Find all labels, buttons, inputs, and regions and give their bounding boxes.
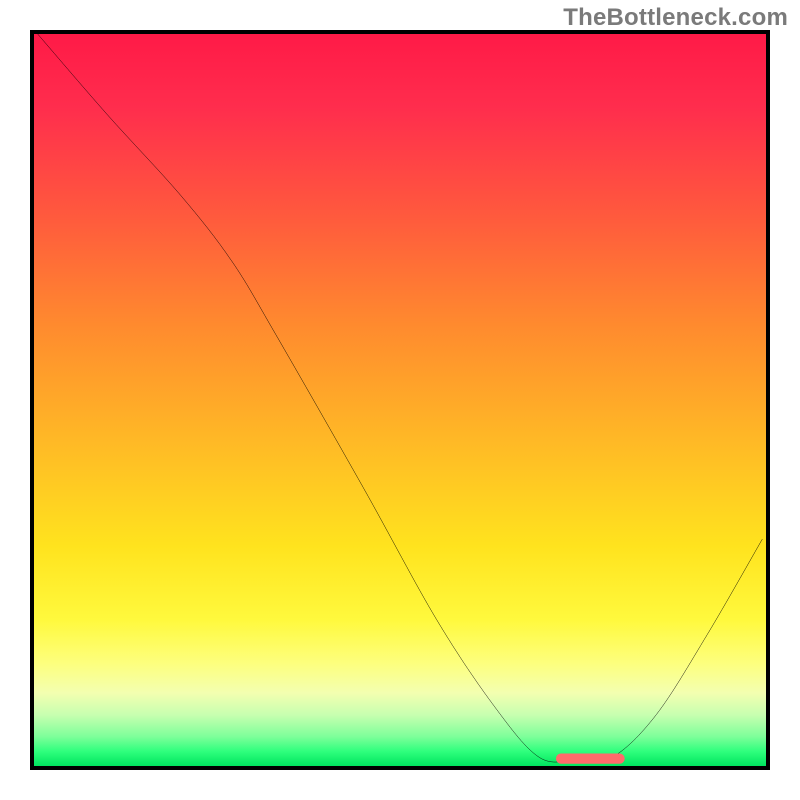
chart-container: TheBottleneck.com — [0, 0, 800, 800]
optimal-marker-layer — [34, 34, 766, 766]
plot-area — [30, 30, 770, 770]
watermark-text: TheBottleneck.com — [563, 4, 788, 32]
